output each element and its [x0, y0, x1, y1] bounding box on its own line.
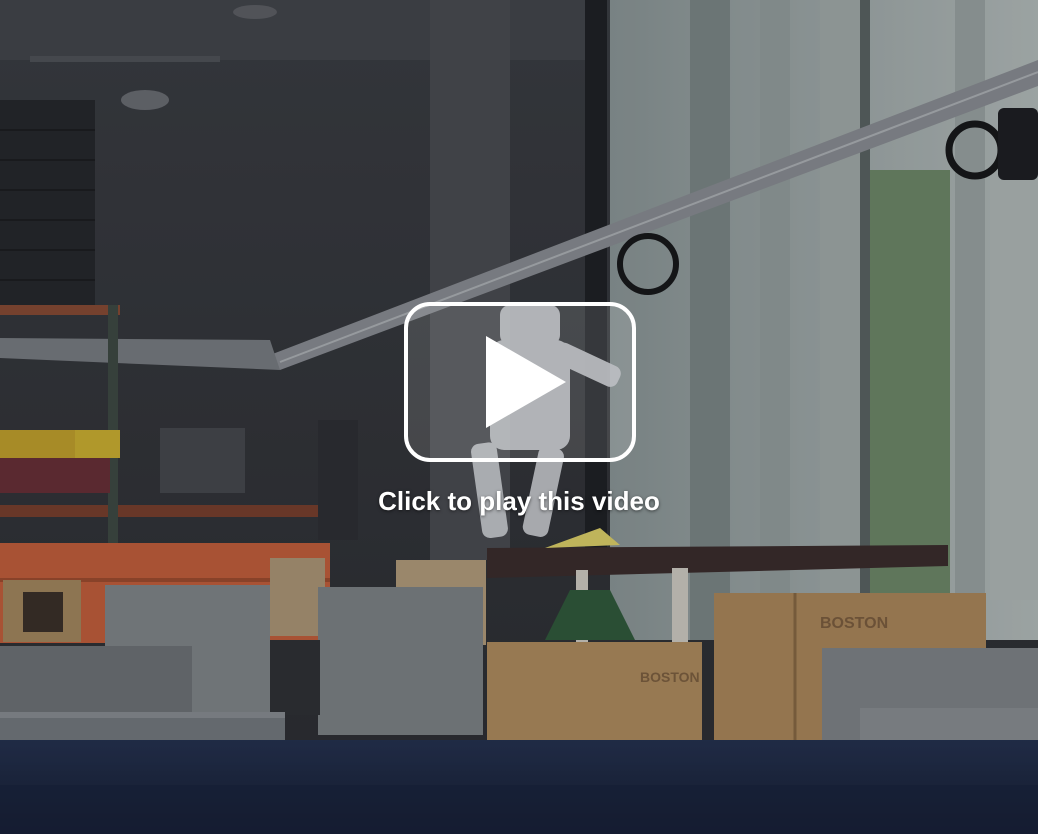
- play-button[interactable]: [404, 302, 636, 462]
- play-video-caption[interactable]: Click to play this video: [0, 484, 1038, 518]
- video-player[interactable]: BOSTON BOSTON Click to play this video: [0, 0, 1038, 834]
- play-icon: [486, 336, 566, 428]
